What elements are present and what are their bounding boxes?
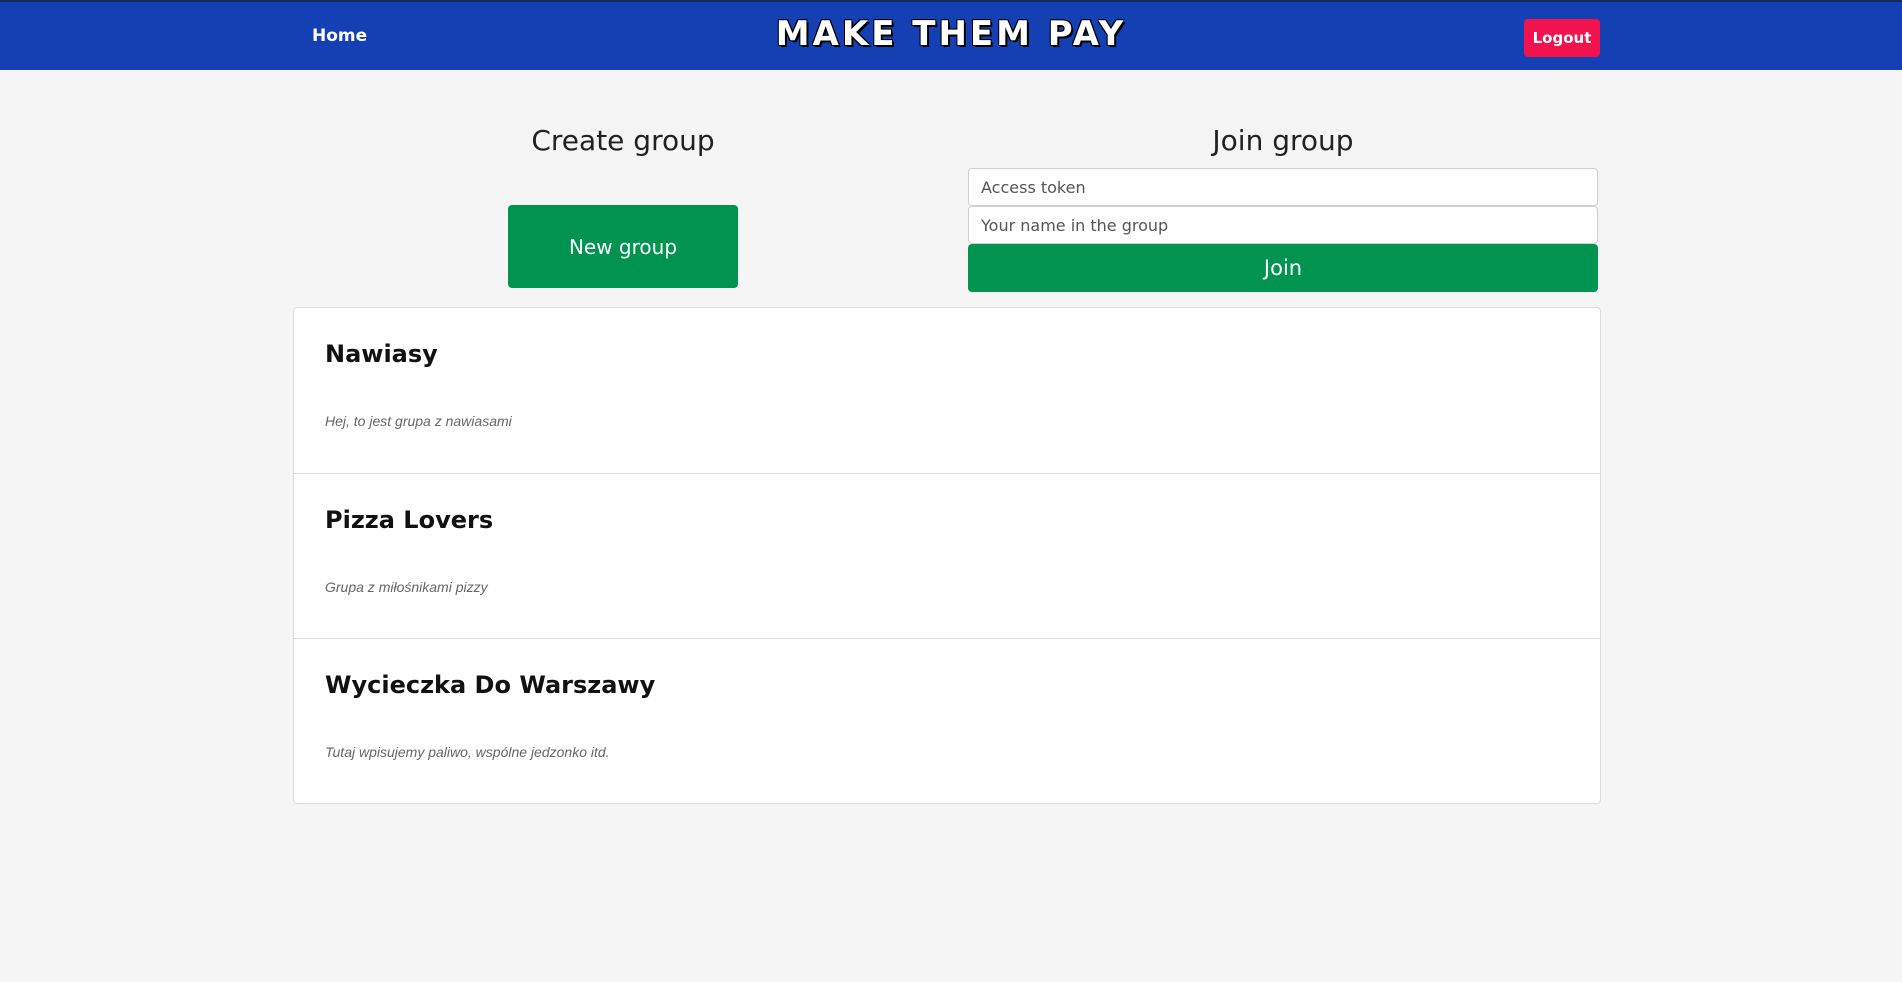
new-group-button[interactable]: New group xyxy=(508,205,738,288)
logout-button[interactable]: Logout xyxy=(1524,19,1600,57)
app-brand-title: MAKE THEM PAY xyxy=(0,14,1902,54)
access-token-input[interactable] xyxy=(968,168,1598,206)
group-card-nawiasy[interactable]: Nawiasy Hej, to jest grupa z nawiasami xyxy=(294,308,1600,473)
group-member-name-input[interactable] xyxy=(968,206,1598,244)
group-name: Nawiasy xyxy=(325,340,438,368)
group-name: Wycieczka Do Warszawy xyxy=(325,671,656,699)
group-description: Tutaj wpisujemy paliwo, wspólne jedzonko… xyxy=(325,744,610,760)
home-link[interactable]: Home xyxy=(312,26,367,46)
group-description: Hej, to jest grupa z nawiasami xyxy=(325,413,512,429)
group-card-wycieczka-do-warszawy[interactable]: Wycieczka Do Warszawy Tutaj wpisujemy pa… xyxy=(294,638,1600,803)
group-list: Nawiasy Hej, to jest grupa z nawiasami P… xyxy=(293,307,1601,804)
group-card-pizza-lovers[interactable]: Pizza Lovers Grupa z miłośnikami pizzy xyxy=(294,473,1600,638)
join-button[interactable]: Join xyxy=(968,244,1598,292)
group-name: Pizza Lovers xyxy=(325,506,494,534)
join-group-heading: Join group xyxy=(1212,124,1354,157)
group-description: Grupa z miłośnikami pizzy xyxy=(325,579,488,595)
brand-text: MAKE THEM PAY xyxy=(775,14,1127,54)
create-group-heading: Create group xyxy=(531,124,715,157)
top-navbar: Home MAKE THEM PAY Logout xyxy=(0,0,1902,70)
